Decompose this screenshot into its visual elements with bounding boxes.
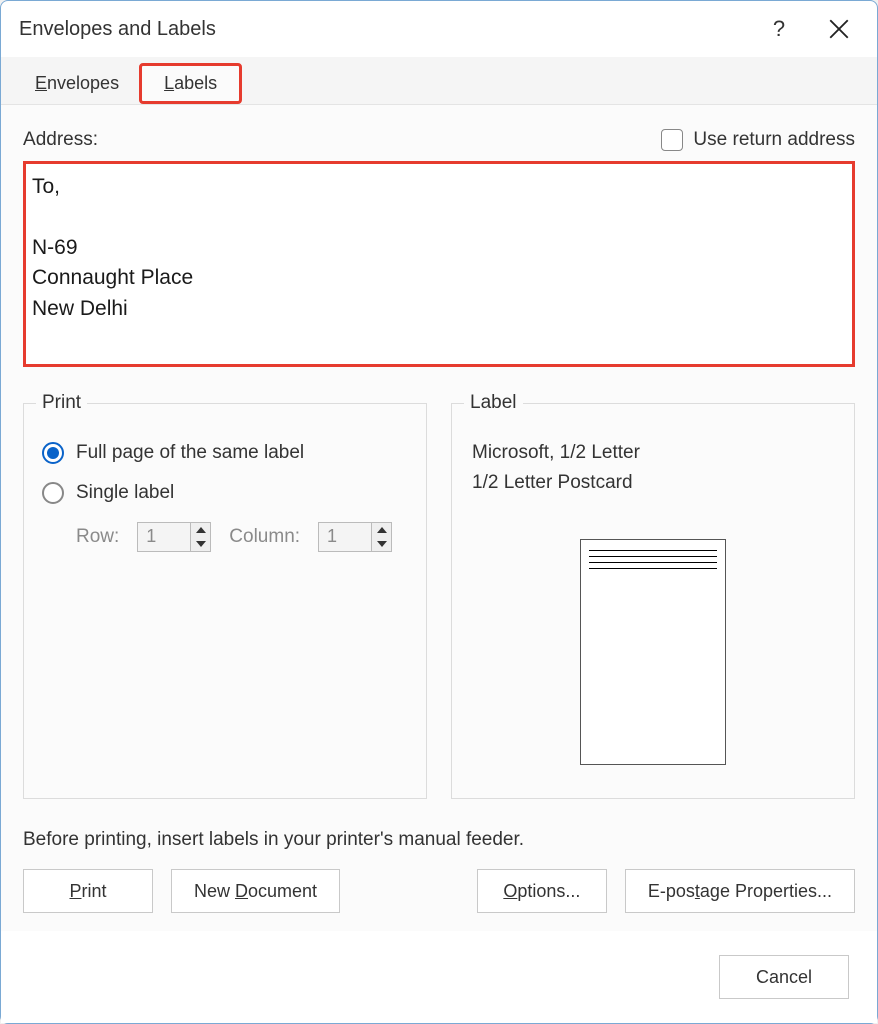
spinner-up[interactable] xyxy=(191,523,210,537)
address-label: Address: xyxy=(23,129,98,151)
radio-single-label[interactable]: Single label xyxy=(42,482,408,504)
address-header: Address: Use return address xyxy=(23,129,855,151)
tab-labels[interactable]: Labels xyxy=(139,63,242,104)
column-value: 1 xyxy=(319,523,371,551)
spacer xyxy=(358,869,459,913)
label-vendor: Microsoft, 1/2 Letter xyxy=(472,438,834,468)
footer: Cancel xyxy=(1,931,877,1023)
use-return-label: Use return address xyxy=(693,129,855,151)
feeder-hint: Before printing, insert labels in your p… xyxy=(23,829,855,851)
label-preview xyxy=(580,539,726,765)
new-document-button[interactable]: New Document xyxy=(171,869,340,913)
options-button[interactable]: Options... xyxy=(477,869,607,913)
use-return-address-checkbox[interactable]: Use return address xyxy=(661,129,855,151)
groups-row: Print Full page of the same label Single… xyxy=(23,403,855,799)
column-spinner[interactable]: 1 xyxy=(318,522,392,552)
close-button[interactable] xyxy=(819,9,859,49)
spinner-arrows xyxy=(190,523,210,551)
address-input[interactable] xyxy=(23,161,855,367)
spinner-down[interactable] xyxy=(191,537,210,551)
spinner-up[interactable] xyxy=(372,523,391,537)
label-product: 1/2 Letter Postcard xyxy=(472,468,834,498)
dialog-body: Address: Use return address Print Full p… xyxy=(1,105,877,931)
help-button[interactable]: ? xyxy=(759,16,799,42)
epostage-button[interactable]: E-postage Properties... xyxy=(625,869,855,913)
label-legend: Label xyxy=(464,392,523,414)
preview-line xyxy=(589,550,717,551)
dialog-title: Envelopes and Labels xyxy=(19,18,759,41)
close-icon xyxy=(829,19,849,39)
tab-envelopes-label: nvelopes xyxy=(47,73,119,93)
spinner-arrows xyxy=(371,523,391,551)
row-value: 1 xyxy=(138,523,190,551)
tab-labels-label: abels xyxy=(174,73,217,93)
radio-full-page[interactable]: Full page of the same label xyxy=(42,442,408,464)
action-buttons: Print New Document Options... E-postage … xyxy=(23,869,855,913)
preview-line xyxy=(589,556,717,557)
preview-line xyxy=(589,562,717,563)
column-label: Column: xyxy=(229,526,300,548)
row-column-controls: Row: 1 Column: 1 xyxy=(76,522,408,552)
label-group[interactable]: Label Microsoft, 1/2 Letter 1/2 Letter P… xyxy=(451,403,855,799)
spinner-down[interactable] xyxy=(372,537,391,551)
print-button[interactable]: Print xyxy=(23,869,153,913)
checkbox-icon xyxy=(661,129,683,151)
titlebar: Envelopes and Labels ? xyxy=(1,1,877,57)
radio-full-page-label: Full page of the same label xyxy=(76,442,304,464)
row-spinner[interactable]: 1 xyxy=(137,522,211,552)
radio-icon xyxy=(42,442,64,464)
preview-line xyxy=(589,568,717,569)
label-info: Microsoft, 1/2 Letter 1/2 Letter Postcar… xyxy=(470,432,836,505)
cancel-button[interactable]: Cancel xyxy=(719,955,849,999)
print-group: Print Full page of the same label Single… xyxy=(23,403,427,799)
tab-envelopes[interactable]: Envelopes xyxy=(15,63,139,104)
row-label: Row: xyxy=(76,526,119,548)
envelopes-labels-dialog: Envelopes and Labels ? Envelopes Labels … xyxy=(0,0,878,1024)
radio-icon xyxy=(42,482,64,504)
radio-single-label-text: Single label xyxy=(76,482,174,504)
print-legend: Print xyxy=(36,392,87,414)
tabs: Envelopes Labels xyxy=(1,57,877,105)
